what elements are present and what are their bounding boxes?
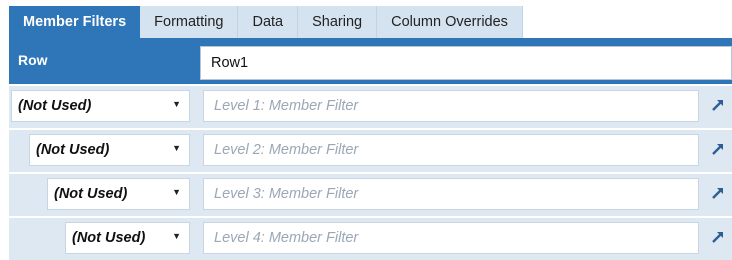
tab-bar: Member Filters Formatting Data Sharing C… — [9, 6, 523, 38]
level-3-dropdown[interactable]: (Not Used) ▼ — [47, 178, 190, 210]
level-2-member-filter-input[interactable]: Level 2: Member Filter — [203, 134, 699, 166]
tab-sharing[interactable]: Sharing — [298, 6, 378, 38]
row-label: Row — [18, 52, 48, 68]
caret-down-icon: ▼ — [172, 231, 181, 241]
tab-column-overrides[interactable]: Column Overrides — [377, 6, 523, 38]
level-4-dropdown[interactable]: (Not Used) ▼ — [65, 222, 190, 254]
tab-data[interactable]: Data — [238, 6, 299, 38]
level-3-member-filter-input[interactable]: Level 3: Member Filter — [203, 178, 699, 210]
level-2-dropdown[interactable]: (Not Used) ▼ — [29, 134, 190, 166]
expand-arrow-icon[interactable] — [711, 186, 725, 200]
level-2-dropdown-value: (Not Used) — [36, 142, 110, 158]
level-4-dropdown-value: (Not Used) — [72, 230, 146, 246]
filter-row-level-4: (Not Used) ▼ Level 4: Member Filter — [9, 218, 732, 260]
expand-arrow-icon[interactable] — [711, 230, 725, 244]
expand-arrow-icon[interactable] — [711, 142, 725, 156]
caret-down-icon: ▼ — [172, 187, 181, 197]
level-1-member-filter-input[interactable]: Level 1: Member Filter — [203, 90, 699, 122]
caret-down-icon: ▼ — [172, 143, 181, 153]
tab-member-filters[interactable]: Member Filters — [9, 6, 141, 38]
row-name-input[interactable]: Row1 — [200, 46, 732, 80]
filter-row-level-1: (Not Used) ▼ Level 1: Member Filter — [9, 86, 732, 128]
level-1-dropdown-value: (Not Used) — [18, 98, 92, 114]
level-3-dropdown-value: (Not Used) — [54, 186, 128, 202]
filter-row-level-3: (Not Used) ▼ Level 3: Member Filter — [9, 174, 732, 216]
tab-formatting[interactable]: Formatting — [140, 6, 239, 38]
filter-row-level-2: (Not Used) ▼ Level 2: Member Filter — [9, 130, 732, 172]
expand-arrow-icon[interactable] — [711, 98, 725, 112]
row-header: Row Row1 — [9, 42, 732, 84]
caret-down-icon: ▼ — [172, 99, 181, 109]
level-1-dropdown[interactable]: (Not Used) ▼ — [11, 90, 190, 122]
level-4-member-filter-input[interactable]: Level 4: Member Filter — [203, 222, 699, 254]
